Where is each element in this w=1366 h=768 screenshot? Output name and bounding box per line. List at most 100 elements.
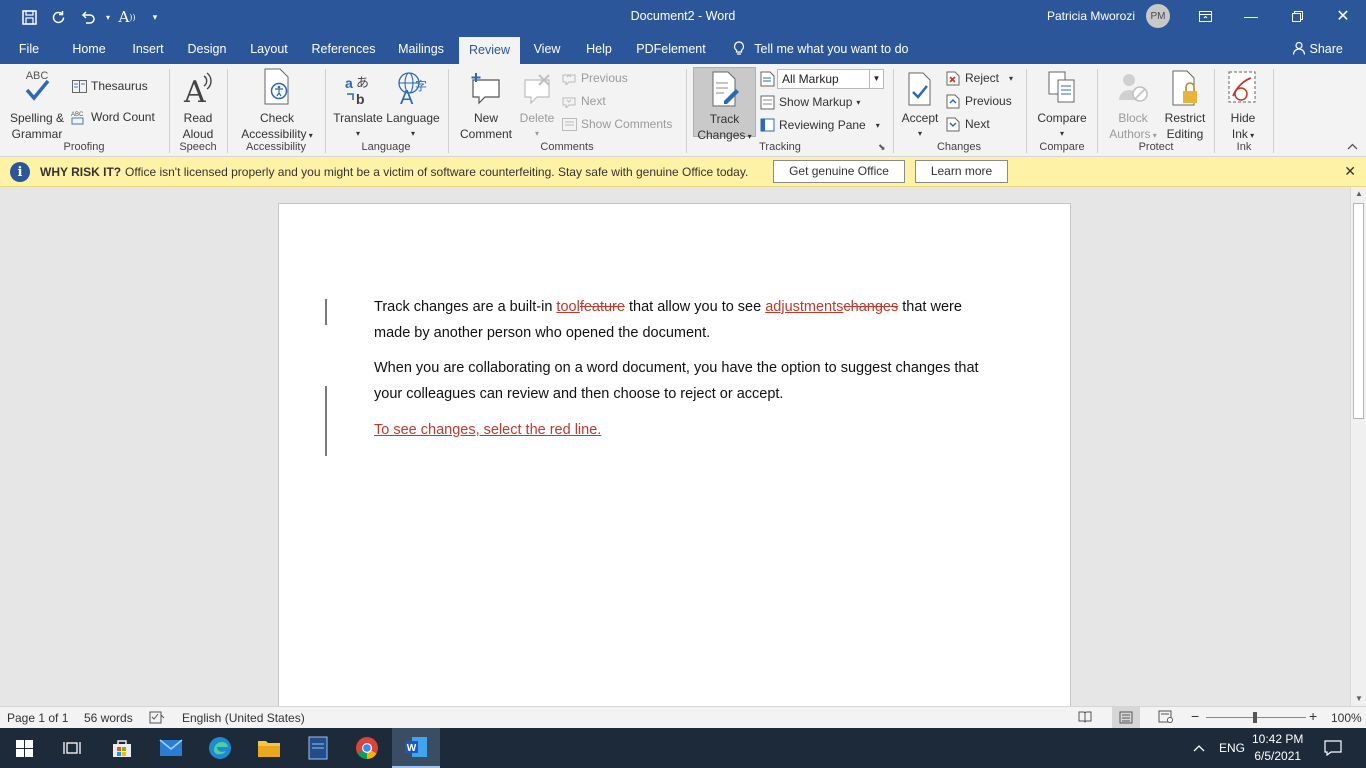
next-change-button[interactable]: Next xyxy=(945,114,990,134)
edge-browser-icon[interactable] xyxy=(196,728,244,768)
deleted-text[interactable]: changes xyxy=(843,299,898,315)
share-label: Share xyxy=(1309,42,1343,56)
translate-button[interactable]: aあb Translate ▾ xyxy=(332,68,384,142)
block-authors-button[interactable]: Block Authors ▾ xyxy=(1103,68,1163,144)
previous-change-button[interactable]: Previous xyxy=(945,91,1012,111)
new-comment-button[interactable]: New Comment xyxy=(454,68,518,142)
tab-references[interactable]: References xyxy=(307,34,380,64)
show-comments-button[interactable]: Show Comments xyxy=(561,114,672,134)
delete-comment-button[interactable]: Delete ▾ xyxy=(516,68,558,142)
tab-home[interactable]: Home xyxy=(63,34,115,64)
deleted-text[interactable]: feature xyxy=(580,299,625,315)
tab-insert[interactable]: Insert xyxy=(124,34,172,64)
change-bar[interactable] xyxy=(325,299,327,325)
tab-help[interactable]: Help xyxy=(579,34,619,64)
tell-me-search[interactable]: Tell me what you want to do xyxy=(733,34,909,64)
chevron-down-icon: ▾ xyxy=(355,129,360,138)
language-button[interactable]: A字 Language ▾ xyxy=(385,68,441,142)
thesaurus-button[interactable]: Thesaurus xyxy=(71,76,148,96)
web-layout-icon[interactable] xyxy=(1158,710,1173,726)
file-explorer-icon[interactable] xyxy=(245,728,293,768)
microsoft-store-icon[interactable] xyxy=(98,728,146,768)
user-name[interactable]: Patricia Mworozi xyxy=(1047,9,1135,23)
person-icon xyxy=(1292,41,1309,56)
restore-icon[interactable] xyxy=(1274,0,1320,32)
page-count[interactable]: Page 1 of 1 xyxy=(7,711,68,725)
close-icon[interactable]: ✕ xyxy=(1320,0,1366,32)
collapse-ribbon-icon[interactable] xyxy=(1347,142,1358,153)
accept-button[interactable]: Accept ▾ xyxy=(898,68,942,142)
zoom-out-icon[interactable]: − xyxy=(1191,708,1199,724)
inserted-text[interactable]: tool xyxy=(556,299,579,315)
compare-button[interactable]: Compare ▾ xyxy=(1033,68,1091,142)
next-comment-button[interactable]: Next xyxy=(561,91,606,111)
check-accessibility-button[interactable]: Check Accessibility ▾ xyxy=(235,68,319,144)
block-authors-label-1: Block xyxy=(1118,111,1148,125)
ribbon-display-options-icon[interactable] xyxy=(1182,0,1228,32)
get-genuine-office-button[interactable]: Get genuine Office xyxy=(773,160,905,183)
restrict-editing-button[interactable]: Restrict Editing xyxy=(1161,68,1209,142)
share-button[interactable]: Share xyxy=(1292,34,1343,64)
zoom-in-icon[interactable]: + xyxy=(1309,708,1317,724)
track-changes-button[interactable]: Track Changes ▾ xyxy=(693,67,756,142)
previous-comment-button[interactable]: Previous xyxy=(561,68,628,88)
tab-design[interactable]: Design xyxy=(181,34,233,64)
zoom-level[interactable]: 100% xyxy=(1331,711,1362,725)
scroll-up-icon[interactable]: ▲ xyxy=(1351,187,1366,201)
tab-file[interactable]: File xyxy=(8,34,50,64)
word-count[interactable]: 56 words xyxy=(84,711,133,725)
lock-document-icon xyxy=(1161,68,1209,106)
document-page[interactable]: Track changes are a built-in toolfeature… xyxy=(278,203,1071,713)
delete-comment-icon xyxy=(516,68,558,106)
windows-start-icon[interactable] xyxy=(0,728,48,768)
inserted-text[interactable]: To see changes, select the red line. xyxy=(374,422,601,438)
system-clock[interactable]: 10:42 PM 6/5/2021 xyxy=(1252,731,1303,765)
word-count-button[interactable]: ABC Word Count xyxy=(71,107,155,127)
show-hidden-icons-icon[interactable] xyxy=(1193,728,1205,768)
learn-more-button[interactable]: Learn more xyxy=(915,160,1008,183)
show-markup-button[interactable]: Show Markup ▾ xyxy=(759,92,860,112)
tab-layout[interactable]: Layout xyxy=(243,34,295,64)
inserted-text[interactable]: adjustments xyxy=(765,299,843,315)
proofing-status-icon[interactable] xyxy=(149,711,165,727)
tracking-options-launcher-icon[interactable]: ⬊ xyxy=(878,142,886,153)
new-comment-icon xyxy=(454,68,518,106)
license-warning-bar: i WHY RISK IT? Office isn't licensed pro… xyxy=(0,157,1366,187)
vertical-scrollbar[interactable]: ▲ ▼ xyxy=(1350,187,1366,706)
chrome-browser-icon[interactable] xyxy=(343,728,391,768)
print-layout-icon[interactable] xyxy=(1112,707,1140,728)
scroll-down-icon[interactable]: ▼ xyxy=(1351,692,1366,706)
display-for-review-select[interactable]: All Markup ▼ xyxy=(777,69,884,89)
track-changes-label-2-text: Changes xyxy=(697,128,746,142)
thesaurus-label: Thesaurus xyxy=(91,79,148,93)
zoom-slider[interactable] xyxy=(1206,712,1306,723)
input-language[interactable]: ENG xyxy=(1219,728,1245,768)
close-icon[interactable]: ✕ xyxy=(1344,163,1356,180)
avatar[interactable]: PM xyxy=(1146,4,1170,28)
svg-text:A: A xyxy=(400,87,414,106)
hide-ink-button[interactable]: Hide Ink ▾ xyxy=(1221,68,1265,144)
tab-review[interactable]: Review xyxy=(459,37,520,64)
reject-button[interactable]: Reject ▾ xyxy=(945,68,1013,88)
task-view-icon[interactable] xyxy=(48,728,96,768)
app-shortcut-icon[interactable] xyxy=(294,728,342,768)
show-comments-icon xyxy=(561,116,577,132)
scroll-thumb[interactable] xyxy=(1353,203,1364,419)
tab-pdfelement[interactable]: PDFelement xyxy=(632,34,710,64)
spelling-grammar-button[interactable]: ABC Spelling & Grammar xyxy=(6,68,68,142)
next-comment-icon xyxy=(561,93,577,109)
read-mode-icon[interactable] xyxy=(1078,710,1092,726)
minimize-icon[interactable]: — xyxy=(1228,0,1274,32)
chevron-down-icon: ▾ xyxy=(1059,129,1064,138)
change-bar[interactable] xyxy=(325,386,327,456)
language-status[interactable]: English (United States) xyxy=(182,711,305,725)
mail-icon[interactable] xyxy=(147,728,195,768)
tab-view[interactable]: View xyxy=(528,34,566,64)
reviewing-pane-button[interactable]: Reviewing Pane ▾ xyxy=(759,115,880,135)
word-count-label: Word Count xyxy=(91,110,155,124)
tab-mailings[interactable]: Mailings xyxy=(392,34,450,64)
notifications-icon[interactable] xyxy=(1324,728,1342,768)
zoom-slider-knob[interactable] xyxy=(1253,712,1257,723)
word-app-icon[interactable]: W xyxy=(392,728,440,768)
read-aloud-button[interactable]: A Read Aloud xyxy=(176,68,220,142)
